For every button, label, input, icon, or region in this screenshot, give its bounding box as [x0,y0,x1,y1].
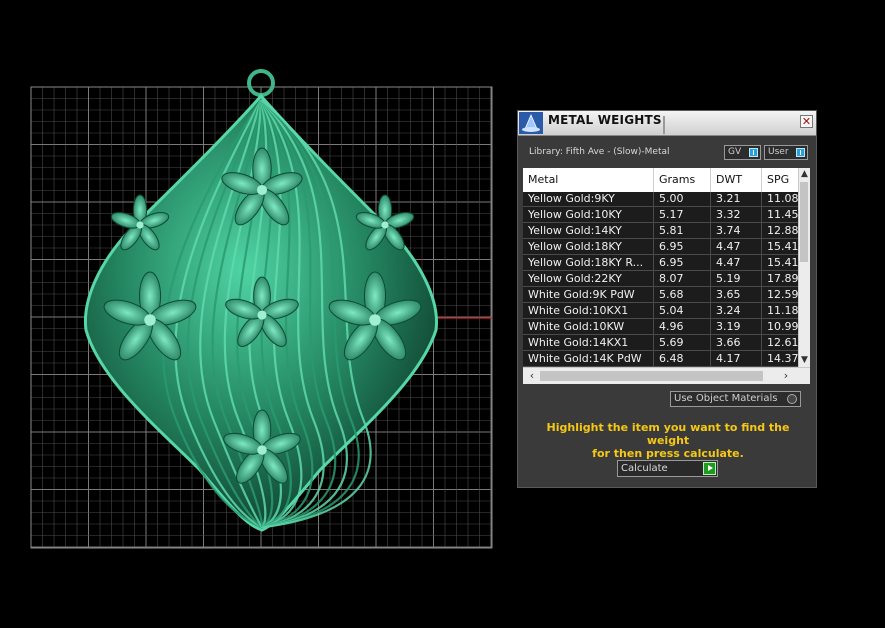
cell-dwt: 4.47 [711,255,762,270]
table-row[interactable]: Yellow Gold:18KY 6.95 4.47 15.41 [523,239,798,255]
instruction-line-1: Highlight the item you want to find the … [546,421,790,447]
cell-grams: 5.17 [654,207,711,222]
vertical-scroll-thumb[interactable] [800,182,808,262]
info-icon [796,148,805,157]
scroll-up-icon[interactable]: ▲ [799,168,810,180]
calculate-label: Calculate [621,463,668,474]
cell-dwt: 3.32 [711,207,762,222]
cell-grams: 5.68 [654,287,711,302]
cell-spg: 17.89 [762,271,798,286]
cell-dwt: 3.66 [711,335,762,350]
cell-dwt: 4.17 [711,351,762,366]
cell-metal: White Gold:9K PdW [523,287,654,302]
cell-metal: White Gold:14K PdW [523,351,654,366]
horizontal-scroll-thumb[interactable] [540,371,763,381]
radio-icon[interactable] [787,394,797,404]
column-header-dwt[interactable]: DWT [711,168,762,192]
cell-dwt: 5.19 [711,271,762,286]
cell-metal: Yellow Gold:14KY [523,223,654,238]
table-row[interactable]: Yellow Gold:14KY 5.81 3.74 12.88 [523,223,798,239]
cell-grams: 5.81 [654,223,711,238]
cell-dwt: 4.47 [711,239,762,254]
cell-spg: 15.41 [762,255,798,270]
user-toggle[interactable]: User [764,145,808,160]
cell-grams: 5.69 [654,335,711,350]
cell-metal: Yellow Gold:9KY [523,192,654,206]
table-row[interactable]: Yellow Gold:9KY 5.00 3.21 11.08 [523,192,798,207]
cell-grams: 5.04 [654,303,711,318]
table-row[interactable]: Yellow Gold:18KY R... 6.95 4.47 15.41 [523,255,798,271]
cell-dwt: 3.21 [711,192,762,206]
column-header-metal[interactable]: Metal [523,168,654,192]
cell-grams: 5.00 [654,192,711,206]
cell-spg: 11.18 [762,303,798,318]
play-arrow-icon[interactable] [703,462,716,475]
table-header: Metal Grams DWT SPG [523,168,802,193]
calculate-button[interactable]: Calculate [617,460,718,477]
metal-weights-panel: METAL WEIGHTS ✕ Library: Fifth Ave - (Sl… [517,110,817,488]
cell-grams: 8.07 [654,271,711,286]
use-object-materials-label: Use Object Materials [674,393,778,404]
cell-spg: 12.59 [762,287,798,302]
cell-spg: 12.88 [762,223,798,238]
panel-titlebar[interactable]: METAL WEIGHTS ✕ [518,111,816,136]
pendant-model[interactable] [83,69,439,532]
cell-metal: Yellow Gold:22KY [523,271,654,286]
scroll-down-icon[interactable]: ▼ [799,354,810,366]
cell-metal: White Gold:10KW [523,319,654,334]
scroll-left-icon[interactable]: ‹ [525,369,539,383]
cell-grams: 6.95 [654,239,711,254]
table-row[interactable]: Yellow Gold:10KY 5.17 3.32 11.45 [523,207,798,223]
table-row[interactable]: White Gold:14KX1 5.69 3.66 12.61 [523,335,798,351]
cell-grams: 4.96 [654,319,711,334]
cell-grams: 6.48 [654,351,711,366]
gv-toggle-label: GV [728,147,742,157]
info-icon [749,148,758,157]
cell-spg: 10.99 [762,319,798,334]
vertical-scrollbar[interactable]: ▲ ▼ [798,168,810,367]
cell-metal: Yellow Gold:10KY [523,207,654,222]
cell-metal: Yellow Gold:18KY R... [523,255,654,270]
cell-dwt: 3.74 [711,223,762,238]
cell-spg: 14.37 [762,351,798,366]
use-object-materials-option[interactable]: Use Object Materials [670,391,801,407]
cell-dwt: 3.24 [711,303,762,318]
cell-metal: White Gold:14KX1 [523,335,654,350]
horizontal-scrollbar[interactable]: ‹ › [523,367,810,384]
close-button[interactable]: ✕ [800,115,813,128]
table-body: Yellow Gold:9KY 5.00 3.21 11.08 Yellow Gold:… [523,192,798,367]
table-row[interactable]: White Gold:10KW 4.96 3.19 10.99 [523,319,798,335]
cell-dwt: 3.65 [711,287,762,302]
instruction-line-2: for then press calculate. [592,447,744,460]
metal-table[interactable]: Metal Grams DWT SPG Yellow Gold:9KY 5.00 3… [523,168,810,384]
cell-spg: 11.45 [762,207,798,222]
column-header-spg[interactable]: SPG [762,168,802,192]
panel-title: METAL WEIGHTS [548,113,662,127]
wizard-hat-icon [519,112,543,134]
gv-toggle[interactable]: GV [724,145,761,160]
titlebar-divider [663,116,665,134]
table-row[interactable]: White Gold:14K PdW 6.48 4.17 14.37 [523,351,798,367]
column-header-grams[interactable]: Grams [654,168,711,192]
cell-spg: 11.08 [762,192,798,206]
cell-metal: White Gold:10KX1 [523,303,654,318]
library-label: Library: Fifth Ave - (Slow)-Metal [529,147,670,157]
cell-spg: 15.41 [762,239,798,254]
instruction-text: Highlight the item you want to find the … [528,421,808,460]
cell-dwt: 3.19 [711,319,762,334]
table-row[interactable]: White Gold:9K PdW 5.68 3.65 12.59 [523,287,798,303]
scroll-right-icon[interactable]: › [779,369,793,383]
cell-metal: Yellow Gold:18KY [523,239,654,254]
table-row[interactable]: Yellow Gold:22KY 8.07 5.19 17.89 [523,271,798,287]
cell-spg: 12.61 [762,335,798,350]
user-toggle-label: User [768,147,789,157]
table-row[interactable]: White Gold:10KX1 5.04 3.24 11.18 [523,303,798,319]
flower-motifs [103,147,422,484]
cell-grams: 6.95 [654,255,711,270]
